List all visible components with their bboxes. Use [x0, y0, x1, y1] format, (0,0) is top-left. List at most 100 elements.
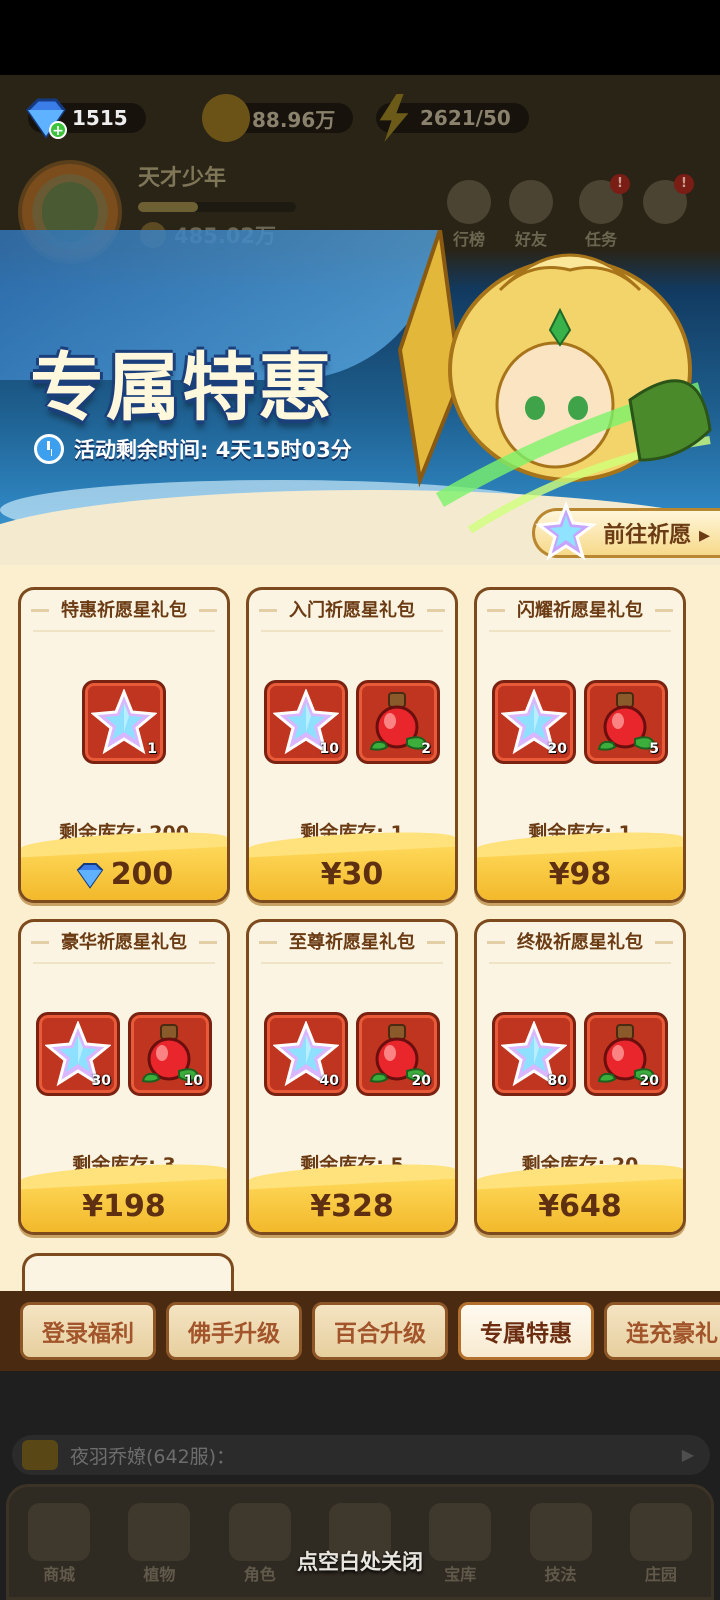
gamepad-badge: ! — [674, 174, 694, 194]
title-divider — [261, 962, 443, 964]
tab-0[interactable]: 登录福利 — [20, 1302, 156, 1360]
reward-list: 1 — [21, 680, 227, 764]
reward-list: 80 20 — [477, 1012, 683, 1096]
reward-qty: 20 — [639, 1073, 659, 1089]
goto-wish-label: 前往祈愿 ▸ — [603, 523, 710, 548]
offer-card[interactable]: 特惠祈愿星礼包1剩余库存: 200200 — [18, 587, 230, 903]
offer-card-body: 入门祈愿星礼包102剩余库存: 1¥30 — [249, 590, 455, 900]
reward-list: 40 20 — [249, 1012, 455, 1096]
price-value: ¥98 — [548, 857, 612, 892]
price-label[interactable]: ¥198 — [21, 1189, 227, 1224]
wish-star-icon — [535, 501, 598, 561]
reward-item[interactable]: 80 — [492, 1012, 576, 1096]
bottom-nav: 商城 植物 角色 宝库 技法 庄园 — [6, 1484, 714, 1600]
tasks-badge: ! — [610, 174, 630, 194]
offer-card[interactable]: 入门祈愿星礼包102剩余库存: 1¥30 — [246, 587, 458, 903]
reward-qty: 20 — [411, 1073, 431, 1089]
tab-3[interactable]: 专属特惠 — [458, 1302, 594, 1360]
offer-card[interactable]: 闪耀祈愿星礼包205剩余库存: 1¥98 — [474, 587, 686, 903]
reward-qty: 5 — [649, 741, 659, 757]
close-hint[interactable]: 点空白处关闭 — [0, 1546, 720, 1576]
title-divider — [261, 630, 443, 632]
gamepad-button[interactable]: ! — [640, 174, 694, 226]
event-timer-text: 活动剩余时间: 4天15时03分 — [74, 438, 352, 462]
chat-arrow-icon: ▶ — [681, 1445, 694, 1464]
price-value: ¥30 — [320, 857, 384, 892]
price-label[interactable]: ¥30 — [249, 857, 455, 892]
reward-qty: 30 — [91, 1073, 111, 1089]
offer-card-body: 特惠祈愿星礼包1剩余库存: 200200 — [21, 590, 227, 900]
reward-qty: 10 — [319, 741, 339, 757]
reward-list: 20 5 — [477, 680, 683, 764]
gem-counter[interactable]: + 1515 — [26, 98, 146, 139]
reward-item[interactable]: 30 — [36, 1012, 120, 1096]
offer-card-peek[interactable] — [22, 1253, 234, 1293]
reward-qty: 10 — [183, 1073, 203, 1089]
reward-item[interactable]: 2 — [356, 680, 440, 764]
goto-wish-button[interactable]: 前往祈愿 ▸ — [532, 501, 720, 561]
offer-card[interactable]: 终极祈愿星礼包8020剩余库存: 20¥648 — [474, 919, 686, 1235]
offer-card[interactable]: 至尊祈愿星礼包4020剩余库存: 5¥328 — [246, 919, 458, 1235]
reward-item[interactable]: 1 — [82, 680, 166, 764]
offer-card-body: 豪华祈愿星礼包3010剩余库存: 3¥198 — [21, 922, 227, 1232]
banner-title: 专属特惠 — [30, 345, 334, 431]
offer-title: 终极祈愿星礼包 — [477, 922, 683, 964]
gold-coin-icon — [202, 94, 250, 142]
offers-panel: 特惠祈愿星礼包1剩余库存: 200200入门祈愿星礼包102剩余库存: 1¥30… — [0, 565, 720, 1293]
price-value: ¥648 — [538, 1189, 622, 1224]
reward-item[interactable]: 10 — [128, 1012, 212, 1096]
offer-title: 闪耀祈愿星礼包 — [477, 590, 683, 632]
offer-card-body: 闪耀祈愿星礼包205剩余库存: 1¥98 — [477, 590, 683, 900]
xp-bar-fill — [138, 202, 199, 212]
offer-title: 入门祈愿星礼包 — [249, 590, 455, 632]
offer-title: 特惠祈愿星礼包 — [21, 590, 227, 632]
tab-1[interactable]: 佛手升级 — [166, 1302, 302, 1360]
chat-icon — [22, 1440, 58, 1470]
promo-banner: 专属特惠 活动剩余时间: 4天15时03分 前往祈愿 ▸ — [0, 230, 720, 570]
reward-item[interactable]: 20 — [584, 1012, 668, 1096]
reward-item[interactable]: 10 — [264, 680, 348, 764]
player-name: 天才少年 — [138, 166, 227, 191]
event-tab-bar: 登录福利 佛手升级 百合升级 专属特惠 连充豪礼 — [0, 1291, 720, 1371]
title-divider — [33, 962, 215, 964]
reward-item[interactable]: 20 — [356, 1012, 440, 1096]
price-label[interactable]: ¥98 — [477, 857, 683, 892]
stamina-counter[interactable]: 2621/50 — [376, 94, 529, 142]
price-value: 200 — [110, 857, 174, 892]
world-chat-bar[interactable]: 夜羽乔嫽(642服)： ▶ — [12, 1435, 710, 1475]
tab-2[interactable]: 百合升级 — [312, 1302, 448, 1360]
price-value: ¥198 — [82, 1189, 166, 1224]
event-timer: 活动剩余时间: 4天15时03分 — [30, 430, 362, 468]
status-bar — [0, 0, 720, 75]
diamond-icon: + — [26, 98, 67, 139]
reward-item[interactable]: 5 — [584, 680, 668, 764]
title-divider — [33, 630, 215, 632]
offer-title: 至尊祈愿星礼包 — [249, 922, 455, 964]
reward-item[interactable]: 40 — [264, 1012, 348, 1096]
chat-text: 夜羽乔嫽(642服)： — [70, 1445, 236, 1468]
offer-title: 豪华祈愿星礼包 — [21, 922, 227, 964]
gold-counter[interactable]: 88.96万 — [202, 94, 354, 142]
price-label[interactable]: 200 — [21, 857, 227, 892]
reward-qty: 1 — [147, 741, 157, 757]
price-value: ¥328 — [310, 1189, 394, 1224]
diamond-icon — [76, 862, 103, 889]
clock-icon — [34, 434, 64, 464]
title-divider — [489, 630, 671, 632]
reward-list: 30 10 — [21, 1012, 227, 1096]
price-label[interactable]: ¥328 — [249, 1189, 455, 1224]
offer-card[interactable]: 豪华祈愿星礼包3010剩余库存: 3¥198 — [18, 919, 230, 1235]
reward-qty: 20 — [547, 741, 567, 757]
reward-item[interactable]: 20 — [492, 680, 576, 764]
reward-qty: 40 — [319, 1073, 339, 1089]
title-divider — [489, 962, 671, 964]
xp-bar — [138, 202, 296, 212]
offer-card-body: 终极祈愿星礼包8020剩余库存: 20¥648 — [477, 922, 683, 1232]
price-label[interactable]: ¥648 — [477, 1189, 683, 1224]
reward-qty: 80 — [547, 1073, 567, 1089]
reward-list: 10 2 — [249, 680, 455, 764]
offer-card-body: 至尊祈愿星礼包4020剩余库存: 5¥328 — [249, 922, 455, 1232]
friends-icon — [509, 180, 553, 224]
reward-qty: 2 — [421, 741, 431, 757]
tab-4[interactable]: 连充豪礼 — [604, 1302, 720, 1360]
